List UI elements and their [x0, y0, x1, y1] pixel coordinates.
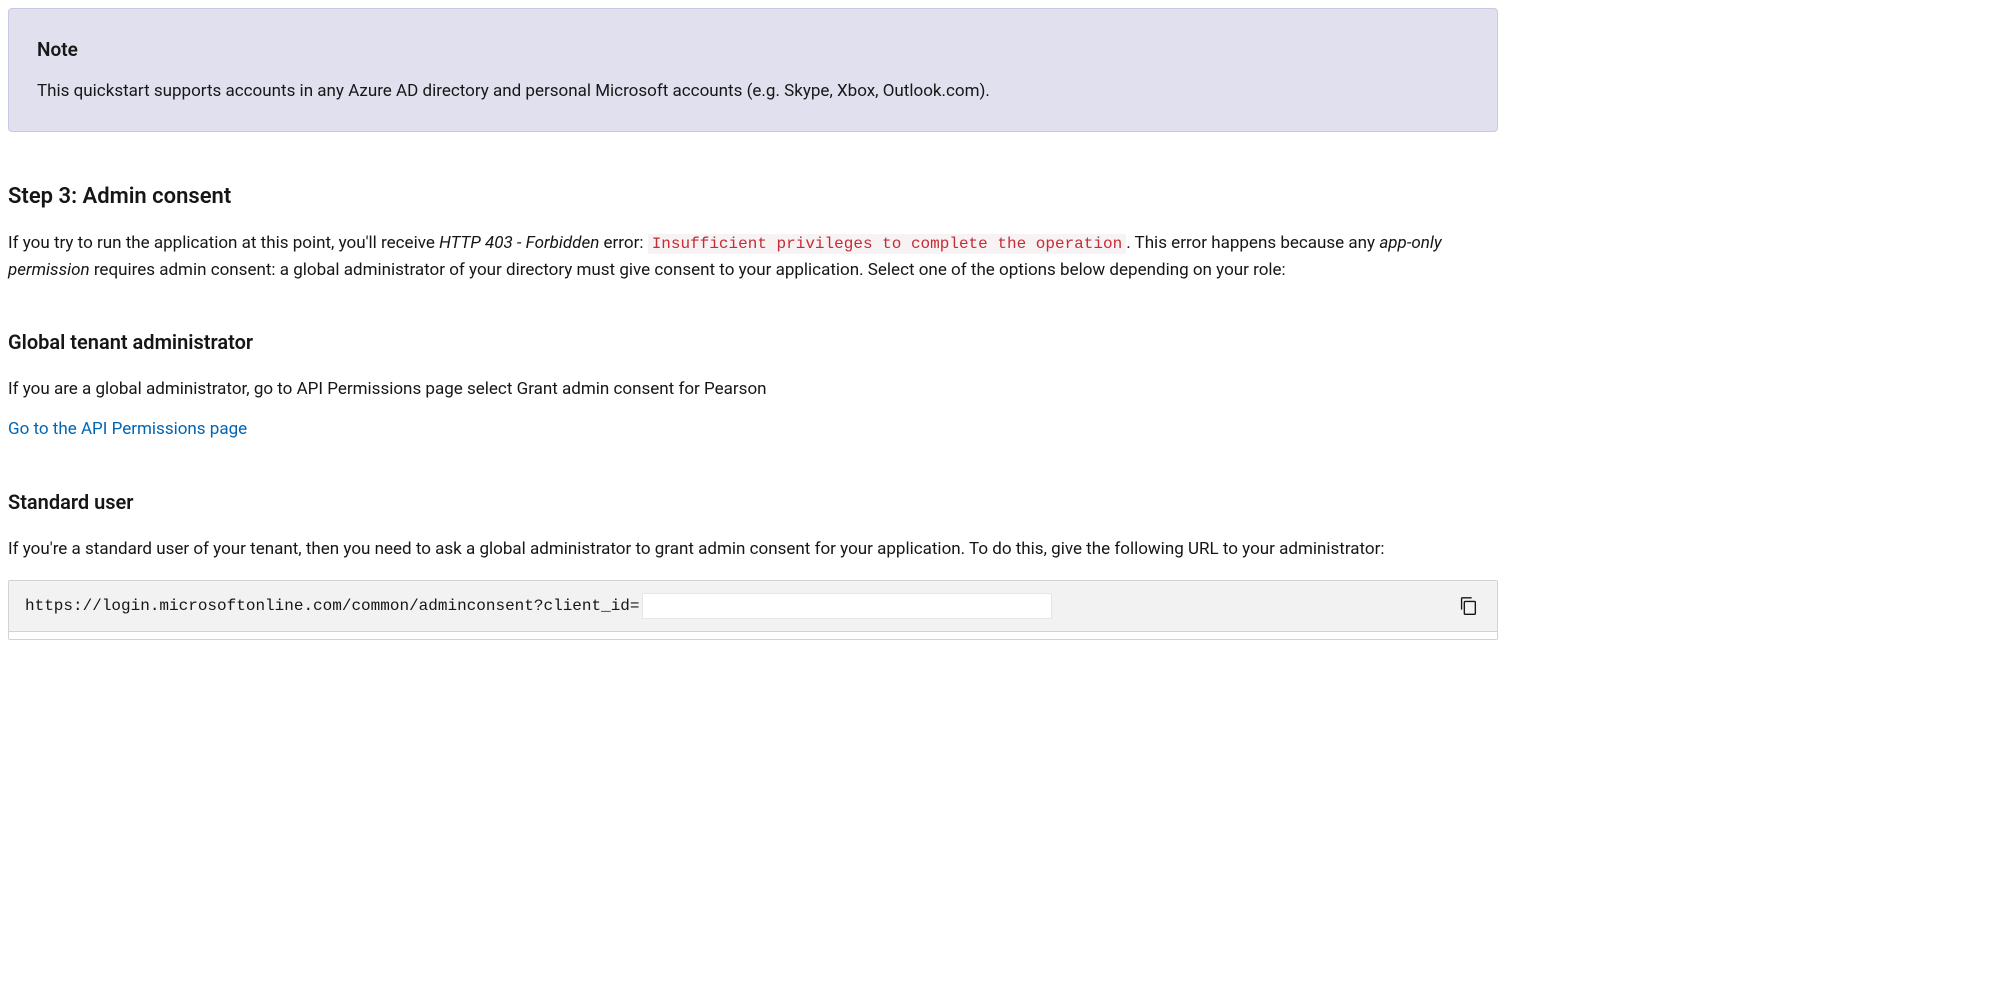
standard-user-heading: Standard user: [8, 487, 1498, 518]
global-admin-heading: Global tenant administrator: [8, 327, 1498, 358]
code-block: https://login.microsoftonline.com/common…: [8, 580, 1498, 640]
text-fragment: If you try to run the application at thi…: [8, 233, 439, 253]
text-fragment: . This error happens because any: [1126, 233, 1379, 253]
copy-button[interactable]: [1453, 591, 1483, 621]
client-id-input[interactable]: [642, 593, 1052, 619]
note-callout: Note This quickstart supports accounts i…: [8, 8, 1498, 132]
code-block-footer: [9, 631, 1497, 639]
note-title: Note: [37, 35, 1469, 64]
note-body: This quickstart supports accounts in any…: [37, 78, 1469, 104]
copy-icon: [1457, 595, 1479, 617]
api-permissions-link[interactable]: Go to the API Permissions page: [8, 419, 247, 439]
inline-code-error: Insufficient privileges to complete the …: [648, 234, 1126, 254]
code-url-text: https://login.microsoftonline.com/common…: [25, 594, 640, 619]
standard-user-body: If you're a standard user of your tenant…: [8, 536, 1498, 562]
text-fragment: requires admin consent: a global adminis…: [90, 260, 1286, 280]
step3-heading: Step 3: Admin consent: [8, 180, 1498, 214]
code-content: https://login.microsoftonline.com/common…: [25, 593, 1481, 619]
step3-paragraph: If you try to run the application at thi…: [8, 230, 1498, 283]
http-error-text: HTTP 403 - Forbidden: [439, 233, 599, 253]
global-admin-body: If you are a global administrator, go to…: [8, 376, 1498, 402]
text-fragment: error:: [599, 233, 647, 253]
